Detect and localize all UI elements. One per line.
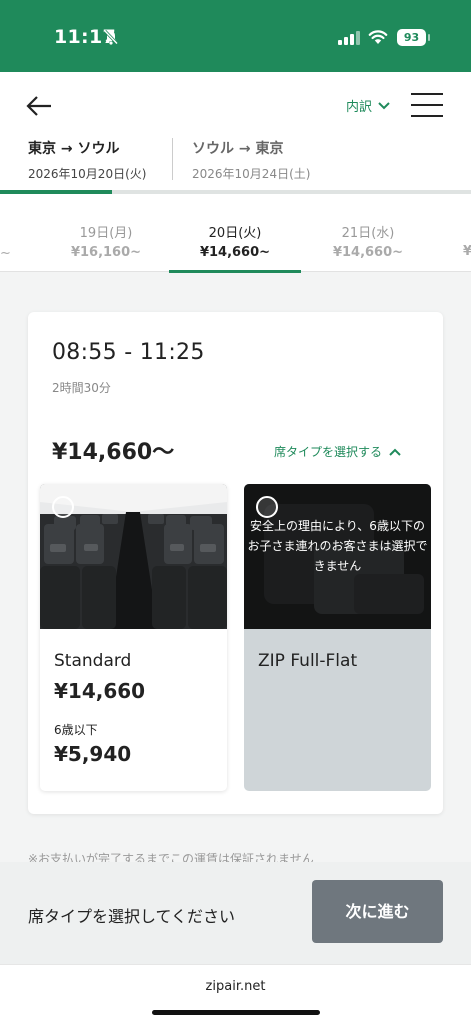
date-tab-20[interactable]: 20日(火) ¥14,660~	[169, 222, 301, 273]
route-title: ソウル → 東京	[192, 141, 284, 157]
date-tab-price: ¥16,160~	[70, 245, 142, 260]
seat-option-standard[interactable]: Standard ¥14,660 6歳以下 ¥5,940	[40, 484, 227, 791]
date-tab-price: ¥14,660~	[332, 245, 404, 260]
date-tab-partial-left[interactable]: ~	[0, 246, 11, 261]
flight-time: 08:55 - 11:25	[52, 340, 205, 365]
select-seat-type-toggle[interactable]: 席タイプを選択する	[274, 443, 401, 460]
url-text[interactable]: zipair.net	[0, 979, 471, 994]
select-seat-type-label: 席タイプを選択する	[274, 445, 383, 459]
seat-price-standard: ¥14,660	[54, 679, 146, 703]
date-tab-21[interactable]: 21日(水) ¥14,660~	[302, 222, 434, 260]
date-tab-partial-right[interactable]: ¥	[463, 244, 471, 259]
standard-seat-image	[40, 484, 227, 629]
battery-icon: 93	[397, 29, 430, 46]
route-date: 2026年10月20日(火)	[28, 167, 147, 181]
route-outbound[interactable]: 東京 → ソウル 2026年10月20日(火)	[28, 138, 146, 182]
date-tab-date: 20日(火)	[208, 226, 262, 241]
seat-radio-standard[interactable]	[52, 496, 74, 518]
flight-duration: 2時間30分	[52, 381, 111, 395]
footer-action-bar: 席タイプを選択してください 次に進む	[0, 862, 471, 964]
home-indicator[interactable]	[152, 1010, 320, 1015]
seat-name-fullflat: ZIP Full-Flat	[258, 651, 358, 671]
browser-bar: zipair.net	[0, 964, 471, 1024]
fullflat-seat-image: 安全上の理由により、6歳以下のお子さま連れのお客さまは選択できません	[244, 484, 431, 629]
route-date: 2026年10月24日(土)	[192, 167, 311, 181]
signal-icon	[338, 31, 360, 45]
header: 内訳 東京 → ソウル 2026年10月20日(火) ソウル → 東京 2026…	[0, 72, 471, 273]
route-progress-track	[0, 190, 471, 194]
bell-off-icon	[103, 29, 119, 45]
seat-radio-fullflat	[256, 496, 278, 518]
date-tab-price: ¥14,660~	[199, 245, 271, 260]
seat-option-fullflat: 安全上の理由により、6歳以下のお子さま連れのお客さまは選択できません ZIP F…	[244, 484, 431, 791]
seat-name-standard: Standard	[54, 651, 132, 671]
status-bar: 11:17 93	[0, 0, 471, 72]
flight-price: ¥14,660〜	[52, 440, 175, 465]
date-tab-19[interactable]: 19日(月) ¥16,160~	[40, 222, 172, 260]
breakdown-toggle[interactable]: 内訳	[346, 96, 390, 115]
date-tab-date: 19日(月)	[79, 226, 133, 241]
chevron-up-icon	[389, 448, 401, 456]
wifi-icon	[368, 30, 388, 44]
route-progress-fill	[0, 190, 112, 194]
breakdown-label: 内訳	[346, 100, 373, 115]
seat-child-price: ¥5,940	[54, 742, 132, 766]
next-button[interactable]: 次に進む	[312, 880, 443, 943]
seat-child-label: 6歳以下	[54, 723, 98, 737]
fullflat-unavailable-notice: 安全上の理由により、6歳以下のお子さま連れのお客さまは選択できません	[247, 519, 428, 573]
route-return[interactable]: ソウル → 東京 2026年10月24日(土)	[192, 138, 310, 182]
back-arrow-icon[interactable]	[24, 92, 56, 120]
chevron-down-icon	[378, 101, 390, 109]
hamburger-menu-icon[interactable]	[411, 93, 443, 119]
footer-message: 席タイプを選択してください	[28, 907, 236, 926]
date-tab-date: 21日(水)	[341, 226, 395, 241]
date-tabs: ~ 19日(月) ¥16,160~ 20日(火) ¥14,660~ 21日(水)…	[0, 220, 471, 273]
route-divider	[172, 138, 173, 180]
flight-card: 08:55 - 11:25 2時間30分 ¥14,660〜 席タイプを選択する	[28, 312, 443, 814]
route-title: 東京 → ソウル	[28, 141, 120, 157]
